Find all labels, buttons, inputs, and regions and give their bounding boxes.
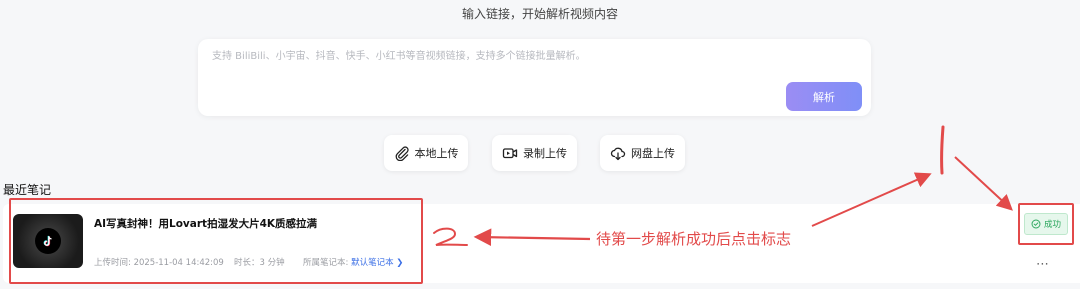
cloud-upload-icon <box>610 147 626 161</box>
page-subtitle: 输入链接，开始解析视频内容 <box>461 7 618 21</box>
link-input-card: 解析 <box>198 39 871 116</box>
annotation-box-note <box>9 198 423 284</box>
parse-button[interactable]: 解析 <box>786 82 862 111</box>
paperclip-icon <box>395 146 409 161</box>
recent-notes-title: 最近笔记 <box>3 183 52 197</box>
local-upload-button[interactable]: 本地上传 <box>384 135 468 171</box>
video-record-icon <box>502 148 518 159</box>
link-input[interactable] <box>210 45 774 89</box>
record-upload-label: 录制上传 <box>523 147 567 160</box>
cloud-upload-button[interactable]: 网盘上传 <box>600 135 685 171</box>
local-upload-label: 本地上传 <box>414 147 459 160</box>
annotation-step-1-mark <box>940 125 945 175</box>
annotation-instruction: 待第一步解析成功后点击标志 <box>596 230 792 248</box>
annotation-box-status <box>1018 203 1074 245</box>
cloud-upload-label: 网盘上传 <box>631 147 675 160</box>
record-upload-button[interactable]: 录制上传 <box>492 135 577 171</box>
more-options-button[interactable]: ⋯ <box>1036 257 1050 272</box>
